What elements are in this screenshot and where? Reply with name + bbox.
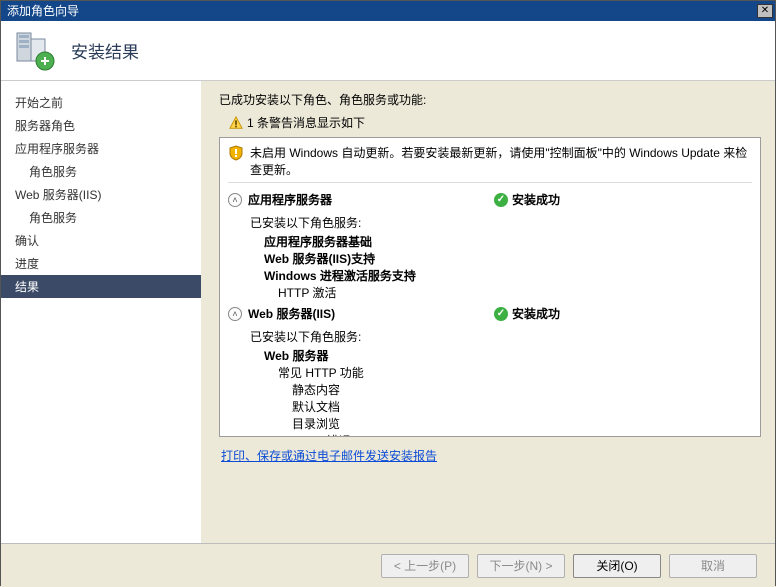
section-status-text: 安装成功: [512, 305, 560, 322]
close-button[interactable]: 关闭(O): [573, 554, 661, 578]
window-title: 添加角色向导: [7, 1, 79, 21]
wizard-header: 安装结果: [1, 21, 775, 81]
list-item: 静态内容: [228, 381, 752, 398]
title-bar: 添加角色向导 ✕: [1, 1, 775, 21]
section-head-1: ˄ Web 服务器(IIS) ✓ 安装成功: [228, 301, 752, 326]
update-banner: 未启用 Windows 自动更新。若要安装最新更新，请使用"控制面板"中的 Wi…: [228, 144, 752, 183]
results-panel[interactable]: 未启用 Windows 自动更新。若要安装最新更新，请使用"控制面板"中的 Wi…: [219, 137, 761, 437]
sidebar-item-5[interactable]: 角色服务: [1, 206, 201, 229]
prev-button: < 上一步(P): [381, 554, 469, 578]
close-icon[interactable]: ✕: [757, 4, 773, 18]
section-status: ✓ 安装成功: [494, 191, 560, 208]
chevron-up-icon[interactable]: ˄: [228, 307, 242, 321]
list-item: HTTP 错误: [228, 432, 752, 437]
sidebar-item-0[interactable]: 开始之前: [1, 91, 201, 114]
list-item: HTTP 激活: [228, 284, 752, 301]
sidebar-item-7[interactable]: 进度: [1, 252, 201, 275]
sidebar-item-4[interactable]: Web 服务器(IIS): [1, 183, 201, 206]
sidebar-item-3[interactable]: 角色服务: [1, 160, 201, 183]
warning-summary: 1 条警告消息显示如下: [219, 114, 761, 131]
page-title: 安装结果: [71, 38, 139, 63]
section-head-0: ˄ 应用程序服务器 ✓ 安装成功: [228, 187, 752, 212]
wizard-footer: < 上一步(P) 下一步(N) > 关闭(O) 取消: [1, 543, 775, 587]
section-status-text: 安装成功: [512, 191, 560, 208]
update-banner-text: 未启用 Windows 自动更新。若要安装最新更新，请使用"控制面板"中的 Wi…: [250, 144, 752, 178]
list-item: 常见 HTTP 功能: [228, 364, 752, 381]
section-sub-intro: 已安装以下角色服务:: [228, 326, 752, 347]
list-item: 目录浏览: [228, 415, 752, 432]
section-sub-intro: 已安装以下角色服务:: [228, 212, 752, 233]
warning-icon: [229, 116, 243, 130]
report-link[interactable]: 打印、保存或通过电子邮件发送安装报告: [219, 437, 437, 464]
section-title: Web 服务器(IIS): [248, 305, 488, 322]
success-icon: ✓: [494, 307, 508, 321]
list-item: Windows 进程激活服务支持: [228, 267, 752, 284]
sidebar-item-8[interactable]: 结果: [1, 275, 201, 298]
next-button: 下一步(N) >: [477, 554, 565, 578]
shield-icon: [228, 145, 244, 161]
list-item: 默认文档: [228, 398, 752, 415]
list-item: Web 服务器: [228, 347, 752, 364]
success-icon: ✓: [494, 193, 508, 207]
warning-summary-text: 1 条警告消息显示如下: [247, 114, 365, 131]
sidebar-item-6[interactable]: 确认: [1, 229, 201, 252]
chevron-up-icon[interactable]: ˄: [228, 193, 242, 207]
cancel-button: 取消: [669, 554, 757, 578]
wizard-sidebar: 开始之前服务器角色应用程序服务器角色服务Web 服务器(IIS)角色服务确认进度…: [1, 81, 201, 543]
section-title: 应用程序服务器: [248, 191, 488, 208]
section-status: ✓ 安装成功: [494, 305, 560, 322]
sidebar-item-1[interactable]: 服务器角色: [1, 114, 201, 137]
main-content: 已成功安装以下角色、角色服务或功能: 1 条警告消息显示如下 未启用 Windo…: [201, 81, 775, 543]
server-role-icon: [13, 29, 57, 73]
list-item: Web 服务器(IIS)支持: [228, 250, 752, 267]
sidebar-item-2[interactable]: 应用程序服务器: [1, 137, 201, 160]
intro-text: 已成功安装以下角色、角色服务或功能:: [219, 91, 761, 108]
list-item: 应用程序服务器基础: [228, 233, 752, 250]
